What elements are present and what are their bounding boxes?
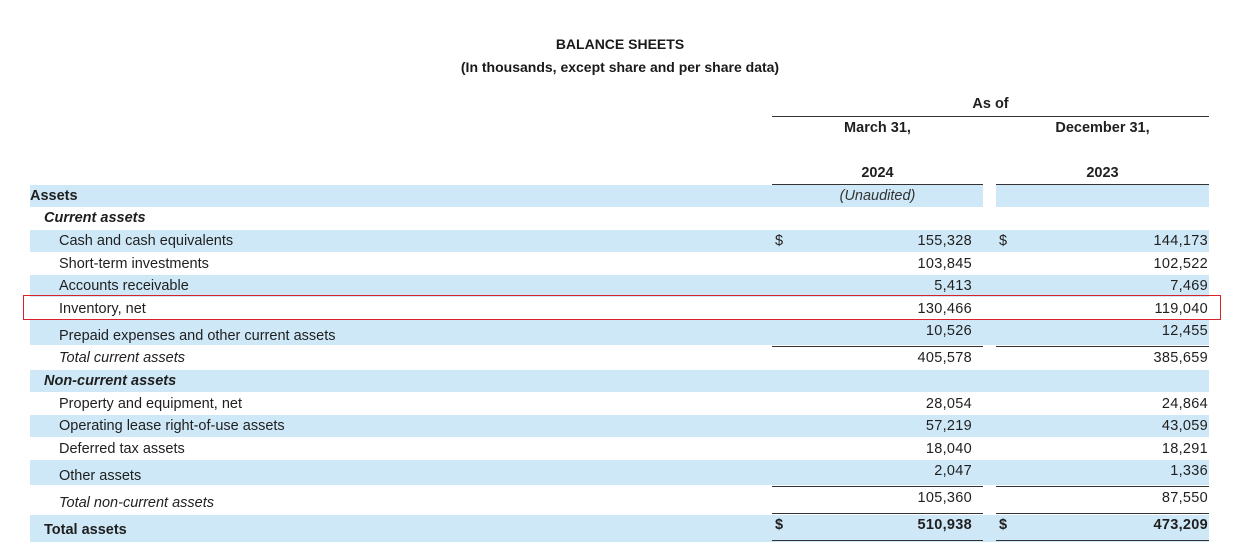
value-2023: 385,659 bbox=[1153, 350, 1208, 366]
col1-month-header: March 31, bbox=[844, 120, 911, 136]
value-2024: 18,040 bbox=[925, 441, 972, 457]
col1-year-header: 2024 bbox=[861, 165, 894, 181]
row-label: Total current assets bbox=[59, 350, 185, 366]
value-2023: 24,864 bbox=[1161, 396, 1208, 412]
currency-symbol: $ bbox=[775, 233, 784, 249]
row-label: Property and equipment, net bbox=[59, 396, 242, 412]
unaudited-note: (Unaudited) bbox=[839, 188, 916, 204]
row-label-total-assets: Total assets bbox=[44, 522, 127, 538]
page-title: BALANCE SHEETS bbox=[555, 36, 685, 52]
band-non-current bbox=[30, 370, 1209, 392]
total-rule bbox=[772, 513, 983, 514]
page-subtitle: (In thousands, except share and per shar… bbox=[460, 59, 780, 75]
section-non-current-assets: Non-current assets bbox=[44, 373, 177, 389]
value-2023: 102,522 bbox=[1153, 256, 1208, 272]
header-rule bbox=[772, 116, 1209, 117]
value-2024: 28,054 bbox=[925, 396, 972, 412]
value-2023: 144,173 bbox=[1153, 233, 1208, 249]
row-label: Short-term investments bbox=[59, 256, 209, 272]
row-label: Accounts receivable bbox=[59, 278, 189, 294]
subtotal-rule bbox=[996, 346, 1209, 347]
row-label: Cash and cash equivalents bbox=[59, 233, 234, 249]
currency-symbol: $ bbox=[775, 517, 784, 533]
value-2023: 43,059 bbox=[1161, 418, 1208, 434]
section-current-assets: Current assets bbox=[44, 210, 146, 226]
value-2023: 87,550 bbox=[1161, 490, 1208, 506]
value-2024-total: 510,938 bbox=[917, 517, 972, 533]
double-rule bbox=[996, 540, 1209, 541]
value-2024: 103,845 bbox=[917, 256, 972, 272]
currency-symbol: $ bbox=[999, 517, 1008, 533]
double-rule bbox=[772, 540, 983, 541]
value-2023: 18,291 bbox=[1161, 441, 1208, 457]
value-2024: 10,526 bbox=[925, 323, 972, 339]
as-of-header: As of bbox=[972, 96, 1009, 112]
row-label: Prepaid expenses and other current asset… bbox=[59, 328, 336, 344]
total-rule bbox=[996, 513, 1209, 514]
value-2024: 405,578 bbox=[917, 350, 972, 366]
value-2023: 7,469 bbox=[1170, 278, 1208, 294]
currency-symbol: $ bbox=[999, 233, 1008, 249]
subtotal-rule bbox=[772, 346, 983, 347]
highlight-box bbox=[23, 295, 1221, 320]
row-label: Other assets bbox=[59, 468, 142, 484]
value-2024: 57,219 bbox=[925, 418, 972, 434]
row-label: Total non-current assets bbox=[59, 495, 215, 511]
value-2024: 105,360 bbox=[917, 490, 972, 506]
value-2024: 5,413 bbox=[934, 278, 972, 294]
col2-month-header: December 31, bbox=[1055, 120, 1150, 136]
value-2023-total: 473,209 bbox=[1153, 517, 1208, 533]
subtotal-rule bbox=[996, 486, 1209, 487]
value-2024: 2,047 bbox=[934, 463, 972, 479]
section-assets: Assets bbox=[30, 188, 78, 204]
band-assets bbox=[30, 185, 1209, 207]
value-2023: 12,455 bbox=[1161, 323, 1208, 339]
value-2023: 1,336 bbox=[1170, 463, 1208, 479]
subtotal-rule bbox=[772, 486, 983, 487]
row-label: Operating lease right-of-use assets bbox=[59, 418, 285, 434]
col2-year-header: 2023 bbox=[1086, 165, 1119, 181]
row-label: Deferred tax assets bbox=[59, 441, 185, 457]
value-2024: 155,328 bbox=[917, 233, 972, 249]
